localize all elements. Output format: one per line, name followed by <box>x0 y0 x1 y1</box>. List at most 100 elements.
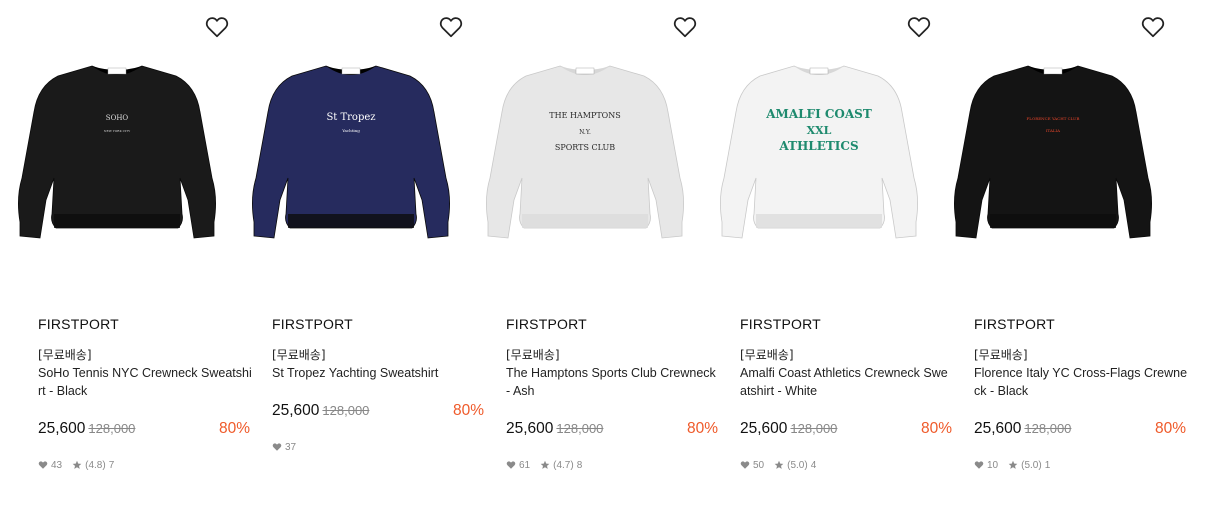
product-image-area[interactable]: St Tropez Yachting <box>234 0 468 300</box>
product-card[interactable]: St Tropez Yachting FIRSTPORT [무료배송] St Trope… <box>234 0 484 508</box>
heart-outline-icon[interactable] <box>906 14 932 40</box>
original-price: 128,000 <box>88 421 136 436</box>
shipping-tag: [무료배송] <box>506 348 560 362</box>
star-icon <box>1008 460 1018 470</box>
brand-name[interactable]: FIRSTPORT <box>272 316 353 332</box>
sweatshirt-shape <box>486 65 684 239</box>
print-text: THE HAMPTONS <box>549 111 620 120</box>
original-price: 128,000 <box>1024 421 1072 436</box>
sale-price: 25,600 <box>38 420 86 437</box>
product-meta: 10 (5.0) 1 <box>974 458 1050 472</box>
price-row: 25,600 128,000 80% <box>974 420 1186 442</box>
neck-label <box>107 67 127 75</box>
product-card[interactable]: FLORENCE YACHT CLUB ITALIA FIRSTPORT [무료배송]… <box>936 0 1187 508</box>
heart-outline-icon[interactable] <box>204 14 230 40</box>
print-text: ITALIA <box>1046 128 1060 133</box>
like-count: 61 <box>519 459 531 471</box>
product-name[interactable]: Amalfi Coast Athletics Crewneck Sweatshi… <box>740 364 954 400</box>
product-image[interactable]: SOHO NEW YORK CITY <box>0 0 234 300</box>
like-count: 43 <box>51 459 63 471</box>
heart-icon <box>272 442 282 452</box>
brand-name[interactable]: FIRSTPORT <box>506 316 587 332</box>
product-meta: 43 (4.8) 7 <box>38 458 114 472</box>
print-text: XXL <box>807 124 832 137</box>
price-row: 25,600 128,000 80% <box>272 402 484 424</box>
original-price: 128,000 <box>790 421 838 436</box>
sweatshirt-shape <box>252 65 450 239</box>
sale-price: 25,600 <box>740 420 788 437</box>
neck-label <box>1043 67 1063 75</box>
print-text: St Tropez <box>326 112 375 123</box>
rating-value: (4.7) <box>553 459 574 471</box>
review-count: 1 <box>1044 459 1051 471</box>
original-price: 128,000 <box>556 421 604 436</box>
heart-outline-icon[interactable] <box>438 14 464 40</box>
shipping-tag: [무료배송] <box>740 348 794 362</box>
product-card[interactable]: AMALFI COAST XXL ATHLETICS FIRSTPORT [무료배송] A… <box>702 0 952 508</box>
sale-price: 25,600 <box>974 420 1022 437</box>
shipping-tag: [무료배송] <box>272 348 326 362</box>
product-card[interactable]: THE HAMPTONS N.Y. SPORTS CLUB FIRSTPORT [무료배… <box>468 0 718 508</box>
heart-outline-icon[interactable] <box>1140 14 1166 40</box>
neck-label <box>575 67 595 75</box>
review-count: 8 <box>576 459 583 471</box>
price-row: 25,600 128,000 80% <box>38 420 250 442</box>
rating-value: (5.0) <box>1021 459 1042 471</box>
product-image-area[interactable]: FLORENCE YACHT CLUB ITALIA <box>936 0 1170 300</box>
print-text: FLORENCE YACHT CLUB <box>1027 116 1080 121</box>
shipping-tag: [무료배송] <box>38 348 92 362</box>
print-text: N.Y. <box>579 129 591 136</box>
heart-icon <box>38 460 48 470</box>
product-name[interactable]: Florence Italy YC Cross-Flags Crewneck -… <box>974 364 1188 400</box>
product-image[interactable]: AMALFI COAST XXL ATHLETICS <box>702 0 936 300</box>
original-price: 128,000 <box>322 403 370 418</box>
product-name[interactable]: SoHo Tennis NYC Crewneck Sweatshirt - Bl… <box>38 364 252 400</box>
review-count: 7 <box>108 459 115 471</box>
heart-outline-icon[interactable] <box>672 14 698 40</box>
price-row: 25,600 128,000 80% <box>740 420 952 442</box>
brand-name[interactable]: FIRSTPORT <box>740 316 821 332</box>
product-meta: 50 (5.0) 4 <box>740 458 816 472</box>
product-image-area[interactable]: THE HAMPTONS N.Y. SPORTS CLUB <box>468 0 702 300</box>
rating-value: (5.0) <box>787 459 808 471</box>
star-icon <box>540 460 550 470</box>
product-name[interactable]: St Tropez Yachting Sweatshirt <box>272 364 486 382</box>
product-meta: 61 (4.7) 8 <box>506 458 582 472</box>
neck-label <box>809 67 829 75</box>
print-text: SPORTS CLUB <box>555 143 615 152</box>
shipping-tag: [무료배송] <box>974 348 1028 362</box>
product-grid: SOHO NEW YORK CITY FIRSTPORT [무료배송] SoHo Ten… <box>0 0 1215 508</box>
star-icon <box>72 460 82 470</box>
print-text: NEW YORK CITY <box>104 129 130 133</box>
print-text: SOHO <box>106 114 129 122</box>
discount-rate: 80% <box>1154 420 1186 437</box>
brand-name[interactable]: FIRSTPORT <box>38 316 119 332</box>
hem-band <box>990 214 1116 228</box>
brand-name[interactable]: FIRSTPORT <box>974 316 1055 332</box>
product-image[interactable]: THE HAMPTONS N.Y. SPORTS CLUB <box>468 0 702 300</box>
print-text: ATHLETICS <box>778 139 858 153</box>
product-image[interactable]: St Tropez Yachting <box>234 0 468 300</box>
sale-price: 25,600 <box>506 420 554 437</box>
star-icon <box>774 460 784 470</box>
price-row: 25,600 128,000 80% <box>506 420 718 442</box>
heart-icon <box>974 460 984 470</box>
product-image[interactable]: FLORENCE YACHT CLUB ITALIA <box>936 0 1170 300</box>
heart-icon <box>740 460 750 470</box>
print-text: Yachting <box>341 128 360 133</box>
print-text: AMALFI COAST <box>765 107 872 121</box>
product-name[interactable]: The Hamptons Sports Club Crewneck - Ash <box>506 364 720 400</box>
product-card[interactable]: SOHO NEW YORK CITY FIRSTPORT [무료배송] SoHo Ten… <box>0 0 252 508</box>
hem-band <box>54 214 180 228</box>
product-meta: 37 <box>272 440 296 454</box>
product-image-area[interactable]: SOHO NEW YORK CITY <box>0 0 234 300</box>
product-image-area[interactable]: AMALFI COAST XXL ATHLETICS <box>702 0 936 300</box>
sweatshirt-shape <box>18 65 216 239</box>
heart-icon <box>506 460 516 470</box>
sale-price: 25,600 <box>272 402 320 419</box>
neck-label <box>341 67 361 75</box>
like-count: 10 <box>987 459 999 471</box>
rating-value: (4.8) <box>85 459 106 471</box>
review-count: 4 <box>810 459 817 471</box>
hem-band <box>522 214 648 228</box>
